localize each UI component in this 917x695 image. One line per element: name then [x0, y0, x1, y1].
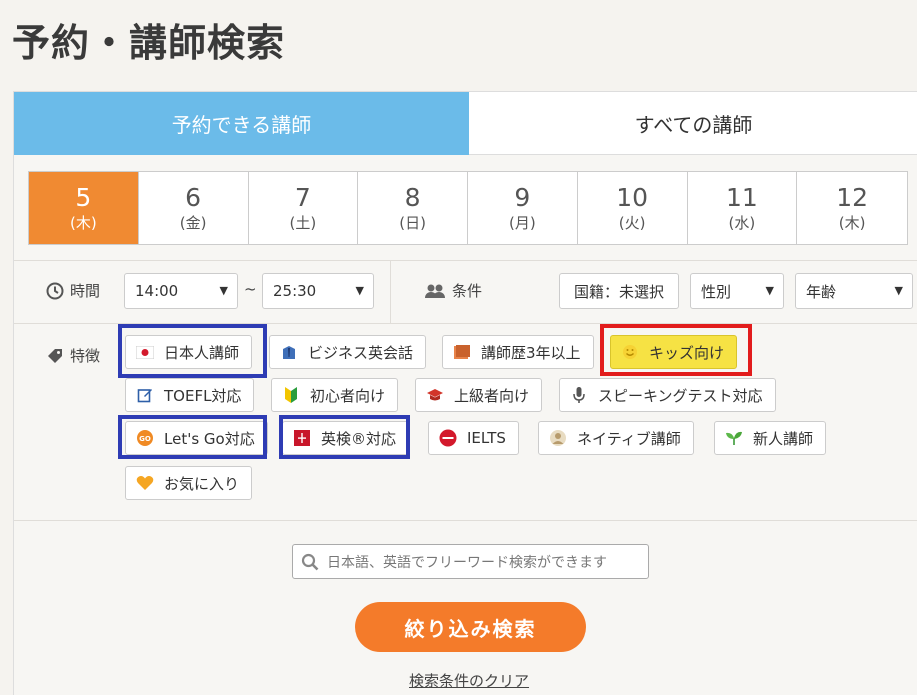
date-selector: 5 (木) 6 (金) 7 (土) 8 (日) 9 (月) 10 (火) 11 (水) 12 (… [28, 171, 908, 245]
tab-all-teachers[interactable]: すべての講師 [469, 92, 917, 155]
vertical-divider [390, 261, 391, 323]
ielts-icon [439, 429, 457, 447]
date-weekday: (火) [618, 214, 646, 232]
caret-down-icon: ▼ [765, 284, 774, 297]
clear-conditions-link[interactable]: 検索条件のクリア [409, 670, 529, 691]
date-item-7[interactable]: 7 (土) [249, 172, 359, 244]
tag-label: TOEFL対応 [164, 386, 242, 405]
date-number: 10 [616, 183, 649, 212]
time-from-select[interactable]: 14:00 ▼ [124, 273, 238, 309]
conditions-label-group: 条件 [424, 280, 482, 301]
date-number: 6 [185, 183, 202, 212]
time-tilde: ~ [244, 280, 257, 298]
tag-favorites[interactable]: お気に入り [125, 466, 253, 500]
microphone-icon [570, 386, 588, 404]
age-select[interactable]: 年齢 ▼ [795, 273, 913, 309]
date-weekday: (土) [289, 214, 317, 232]
tag-business-english[interactable]: ビジネス英会話 [269, 335, 427, 369]
native-speaker-icon [549, 429, 567, 447]
divider [14, 520, 917, 521]
pen-edit-icon [136, 386, 154, 404]
date-weekday: (金) [179, 214, 207, 232]
tag-label: 講師歴3年以上 [481, 343, 581, 362]
search-panel: 予約できる講師 すべての講師 5 (木) 6 (金) 7 (土) 8 (日) 9 (月) … [13, 91, 917, 695]
caret-down-icon: ▼ [219, 284, 228, 297]
date-item-9[interactable]: 9 (月) [468, 172, 578, 244]
tag-label: IELTS [467, 429, 506, 447]
date-item-10[interactable]: 10 (火) [578, 172, 688, 244]
book-icon [453, 343, 471, 361]
date-number: 12 [836, 183, 869, 212]
date-weekday: (水) [728, 214, 756, 232]
sprout-icon [725, 429, 743, 447]
tag-new-teacher[interactable]: 新人講師 [714, 421, 827, 455]
tag-ielts[interactable]: IELTS [428, 421, 519, 455]
date-item-12[interactable]: 12 (木) [797, 172, 907, 244]
features-label-group: 特徴 [46, 345, 100, 366]
caret-down-icon: ▼ [894, 284, 903, 297]
date-number: 7 [294, 183, 311, 212]
highlight-box-red [600, 324, 752, 376]
keyword-search-input[interactable]: 日本語、英語でフリーワード検索ができます [292, 544, 649, 579]
highlight-box-blue [118, 415, 267, 459]
heart-icon [136, 474, 154, 492]
highlight-box-blue [118, 324, 267, 378]
date-item-8[interactable]: 8 (日) [358, 172, 468, 244]
time-from-value: 14:00 [135, 282, 179, 300]
date-item-11[interactable]: 11 (水) [688, 172, 798, 244]
nationality-button[interactable]: 国籍：未選択 [559, 273, 679, 309]
tag-label: スピーキングテスト対応 [598, 386, 763, 405]
beginner-mark-icon [282, 386, 300, 404]
time-label-group: 時間 [46, 280, 100, 301]
age-value: 年齢 [806, 282, 837, 301]
clock-icon [46, 282, 64, 300]
date-weekday: (日) [399, 214, 426, 232]
conditions-label: 条件 [452, 282, 483, 300]
tag-toefl[interactable]: TOEFL対応 [125, 378, 255, 412]
tab-bookable-teachers[interactable]: 予約できる講師 [14, 92, 469, 155]
highlight-box-blue [279, 415, 410, 459]
tag-label: 初心者向け [310, 386, 386, 405]
time-to-value: 25:30 [273, 282, 317, 300]
date-item-6[interactable]: 6 (金) [139, 172, 249, 244]
features-label: 特徴 [70, 347, 101, 365]
time-condition-row: 時間 14:00 ▼ ~ 25:30 ▼ 条件 国籍：未選択 性別 ▼ 年齢 ▼ [14, 261, 917, 323]
date-number: 5 [75, 183, 92, 212]
tag-label: 上級者向け [454, 386, 530, 405]
people-icon [424, 282, 446, 300]
date-weekday: (木) [70, 214, 97, 232]
date-number: 11 [725, 183, 758, 212]
business-suit-icon [280, 343, 298, 361]
search-placeholder: 日本語、英語でフリーワード検索ができます [327, 554, 607, 571]
time-label: 時間 [70, 282, 101, 300]
gender-value: 性別 [701, 282, 732, 301]
tag-speaking-test[interactable]: スピーキングテスト対応 [559, 378, 776, 412]
date-weekday: (木) [838, 214, 866, 232]
time-to-select[interactable]: 25:30 ▼ [262, 273, 374, 309]
tag-icon [46, 347, 64, 365]
tag-label: お気に入り [164, 474, 240, 493]
tag-experienced-3years[interactable]: 講師歴3年以上 [442, 335, 594, 369]
gender-select[interactable]: 性別 ▼ [690, 273, 784, 309]
tab-bar: 予約できる講師 すべての講師 [14, 92, 917, 155]
tag-beginner[interactable]: 初心者向け [271, 378, 399, 412]
tag-native-teacher[interactable]: ネイティブ講師 [538, 421, 694, 455]
tag-label: ビジネス英会話 [308, 343, 414, 362]
date-number: 8 [404, 183, 421, 212]
tag-label: ネイティブ講師 [577, 429, 681, 448]
filter-search-button[interactable]: 絞り込み検索 [355, 602, 586, 652]
date-weekday: (月) [509, 214, 536, 232]
date-item-5[interactable]: 5 (木) [29, 172, 139, 244]
search-icon [301, 553, 319, 571]
date-number: 9 [514, 183, 531, 212]
tag-label: 新人講師 [753, 429, 814, 448]
page-title: 予約・講師検索 [12, 21, 286, 65]
graduation-cap-icon [426, 386, 444, 404]
caret-down-icon: ▼ [355, 284, 364, 297]
tag-advanced[interactable]: 上級者向け [415, 378, 543, 412]
